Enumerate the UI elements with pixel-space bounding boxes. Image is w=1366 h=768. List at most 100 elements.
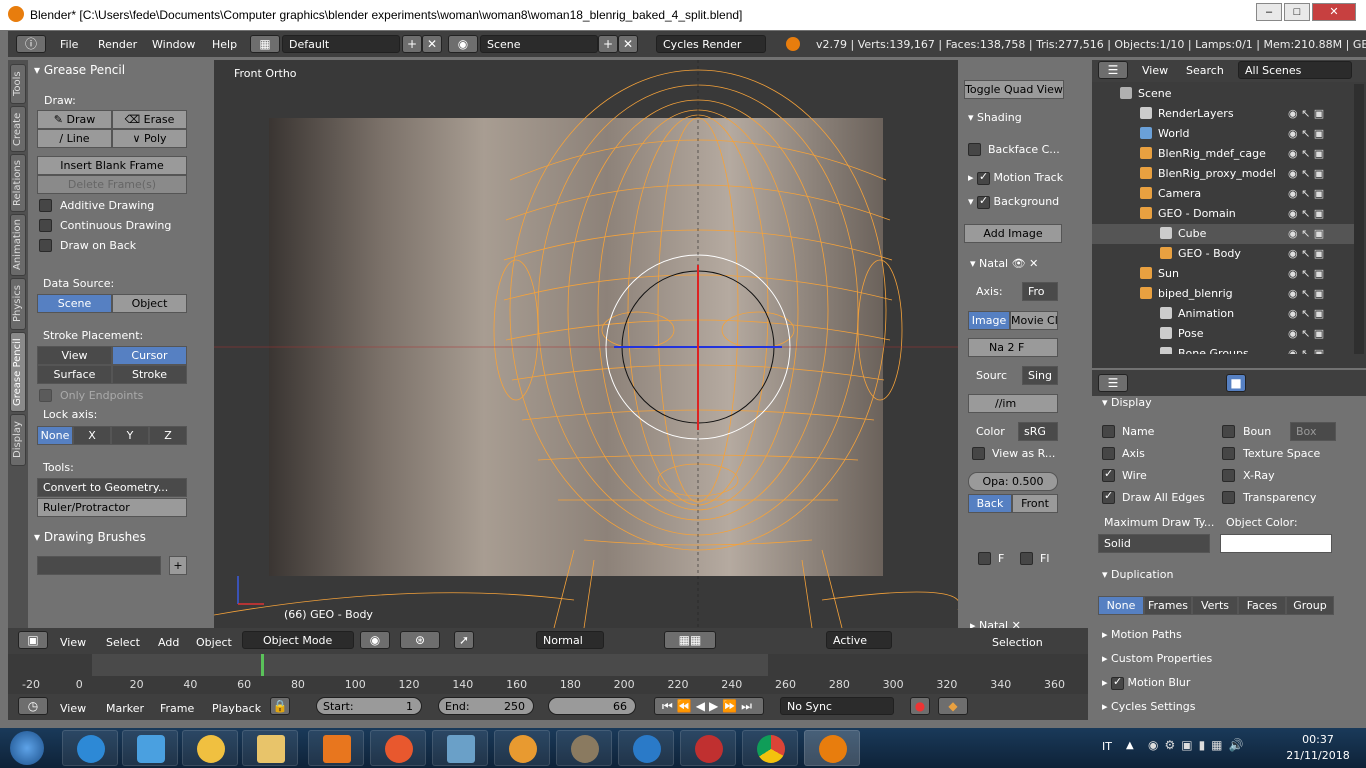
- taskbar-paint-icon[interactable]: [182, 730, 238, 766]
- scene-remove-icon[interactable]: ✕: [618, 35, 638, 53]
- info-editor-icon[interactable]: ⓘ: [16, 35, 46, 53]
- system-tray-icons[interactable]: ◉⚙▣▮▦🔊: [1148, 738, 1249, 752]
- 3d-viewport[interactable]: Front Ortho (66) GEO - Body: [214, 60, 958, 628]
- backface-checkbox[interactable]: [968, 143, 981, 156]
- back-button[interactable]: Back: [968, 494, 1012, 513]
- dup-group-button[interactable]: Group: [1286, 596, 1334, 615]
- tab-create[interactable]: Create: [10, 106, 26, 152]
- menu-help[interactable]: Help: [212, 38, 237, 51]
- taskbar-firefox-icon[interactable]: [370, 730, 426, 766]
- dup-faces-button[interactable]: Faces: [1238, 596, 1286, 615]
- close-button[interactable]: ✕: [1312, 3, 1356, 21]
- render-engine-select[interactable]: Cycles Render: [656, 35, 766, 53]
- tab-tools[interactable]: Tools: [10, 64, 26, 104]
- lock-none-button[interactable]: None: [37, 426, 73, 445]
- visibility-toggle-icon[interactable]: ◉ ↖ ▣: [1288, 107, 1324, 120]
- display-panel-title[interactable]: ▾ Display: [1102, 396, 1152, 409]
- grease-pencil-panel-title[interactable]: ▾ Grease Pencil: [34, 63, 125, 77]
- opacity-slider[interactable]: Opa: 0.500: [968, 472, 1058, 491]
- line-button[interactable]: ∕ Line: [37, 129, 112, 148]
- lock-z-button[interactable]: Z: [149, 426, 187, 445]
- datasource-object-button[interactable]: Object: [112, 294, 187, 313]
- show-hidden-icons-icon[interactable]: ▲: [1126, 740, 1134, 751]
- background-checkbox[interactable]: [977, 194, 991, 209]
- tab-relations[interactable]: Relations: [10, 154, 26, 212]
- outliner-item[interactable]: Bone Groups ◉ ↖ ▣: [1092, 344, 1354, 354]
- dup-verts-button[interactable]: Verts: [1192, 596, 1238, 615]
- timeline-editor-icon[interactable]: ◷: [18, 697, 48, 715]
- scene-selector[interactable]: Scene: [480, 35, 598, 53]
- image-datablock[interactable]: Na 2 F: [968, 338, 1058, 357]
- view-as-render-checkbox[interactable]: [972, 447, 985, 460]
- background-panel-title[interactable]: ▾ Background: [968, 194, 1059, 209]
- viewport-shading-icon[interactable]: ◉: [360, 631, 390, 649]
- placement-surface-button[interactable]: Surface: [37, 365, 112, 384]
- input-language[interactable]: IT: [1102, 740, 1112, 753]
- layers-grid-icon[interactable]: ▦▦: [664, 631, 716, 649]
- transform-orientation-select[interactable]: Normal: [536, 631, 604, 649]
- motion-blur-panel-title[interactable]: ▸ Motion Blur: [1102, 675, 1190, 690]
- outliner-item[interactable]: Cube ◉ ↖ ▣: [1092, 224, 1354, 244]
- outliner-item[interactable]: BlenRig_mdef_cage ◉ ↖ ▣: [1092, 144, 1354, 164]
- object-properties-tab-icon[interactable]: ■: [1226, 374, 1246, 392]
- visibility-toggle-icon[interactable]: ◉ ↖ ▣: [1288, 327, 1324, 340]
- maximize-button[interactable]: □: [1284, 3, 1310, 21]
- only-endpoints-checkbox[interactable]: [39, 389, 52, 402]
- natal-image-entry[interactable]: ▾ Natal 👁 ✕: [970, 257, 1038, 270]
- placement-cursor-button[interactable]: Cursor: [112, 346, 187, 365]
- eye-icon[interactable]: 👁: [1012, 257, 1026, 270]
- flip-y-checkbox[interactable]: [1020, 552, 1033, 565]
- taskbar-ie-icon[interactable]: [62, 730, 118, 766]
- layout-add-icon[interactable]: +: [402, 35, 422, 53]
- image-source-button[interactable]: Image: [968, 311, 1010, 330]
- viewport-menu-add[interactable]: Add: [158, 636, 179, 649]
- taskbar-media-player-icon[interactable]: [122, 730, 178, 766]
- front-button[interactable]: Front: [1012, 494, 1058, 513]
- visibility-toggle-icon[interactable]: ◉ ↖ ▣: [1288, 187, 1324, 200]
- placement-view-button[interactable]: View: [37, 346, 112, 365]
- tab-display[interactable]: Display: [10, 414, 26, 466]
- tab-animation[interactable]: Animation: [10, 214, 26, 276]
- cycles-settings-panel-title[interactable]: ▸ Cycles Settings: [1102, 700, 1195, 713]
- object-mode-select[interactable]: Object Mode: [242, 631, 354, 649]
- outliner-scrollbar[interactable]: [1354, 84, 1364, 354]
- toggle-quad-view-button[interactable]: Toggle Quad View: [964, 80, 1064, 99]
- draw-button[interactable]: ✎ Draw: [37, 110, 112, 129]
- datasource-scene-button[interactable]: Scene: [37, 294, 112, 313]
- clock-date[interactable]: 21/11/2018: [1284, 749, 1352, 762]
- timeline-menu-playback[interactable]: Playback: [212, 702, 261, 715]
- timeline-editor[interactable]: -20 0 20 40 60 80 100 120 140 160 180 200 220 240 260 2…: [8, 654, 1088, 694]
- dup-frames-button[interactable]: Frames: [1144, 596, 1192, 615]
- name-checkbox[interactable]: [1102, 425, 1115, 438]
- poly-button[interactable]: ∨ Poly: [112, 129, 187, 148]
- timeline-menu-marker[interactable]: Marker: [106, 702, 144, 715]
- outliner-item[interactable]: Pose ◉ ↖ ▣: [1092, 324, 1354, 344]
- visibility-toggle-icon[interactable]: ◉ ↖ ▣: [1288, 247, 1324, 260]
- motion-blur-checkbox[interactable]: [1111, 675, 1125, 690]
- motion-track-checkbox[interactable]: [977, 170, 991, 185]
- taskbar-explorer-icon[interactable]: [242, 730, 298, 766]
- draw-all-edges-checkbox[interactable]: [1102, 489, 1115, 504]
- taskbar-gimp-icon[interactable]: [556, 730, 612, 766]
- motion-paths-panel-title[interactable]: ▸ Motion Paths: [1102, 628, 1182, 641]
- continuous-drawing-checkbox[interactable]: [39, 219, 52, 232]
- sync-mode-select[interactable]: No Sync: [780, 697, 894, 715]
- scene-icon[interactable]: ◉: [448, 35, 478, 53]
- layout-selector[interactable]: Default: [282, 35, 400, 53]
- tab-grease-pencil[interactable]: Grease Pencil: [10, 332, 26, 412]
- tab-physics[interactable]: Physics: [10, 278, 26, 330]
- visibility-toggle-icon[interactable]: ◉ ↖ ▣: [1288, 227, 1324, 240]
- custom-properties-panel-title[interactable]: ▸ Custom Properties: [1102, 652, 1212, 665]
- outliner-item[interactable]: Sun ◉ ↖ ▣: [1092, 264, 1354, 284]
- draw-on-back-checkbox[interactable]: [39, 239, 52, 252]
- image-path-field[interactable]: //im: [968, 394, 1058, 413]
- placement-stroke-button[interactable]: Stroke: [112, 365, 187, 384]
- movie-clip-button[interactable]: Movie Cl: [1010, 311, 1058, 330]
- transparency-checkbox[interactable]: [1222, 491, 1235, 504]
- manipulator-icon[interactable]: ➚: [454, 631, 474, 649]
- viewport-menu-select[interactable]: Select: [106, 636, 140, 649]
- layout-icon[interactable]: ▦: [250, 35, 280, 53]
- dup-none-button[interactable]: None: [1098, 596, 1144, 615]
- delete-frames-button[interactable]: Delete Frame(s): [37, 175, 187, 194]
- keyframe-icon[interactable]: ◆: [938, 697, 968, 715]
